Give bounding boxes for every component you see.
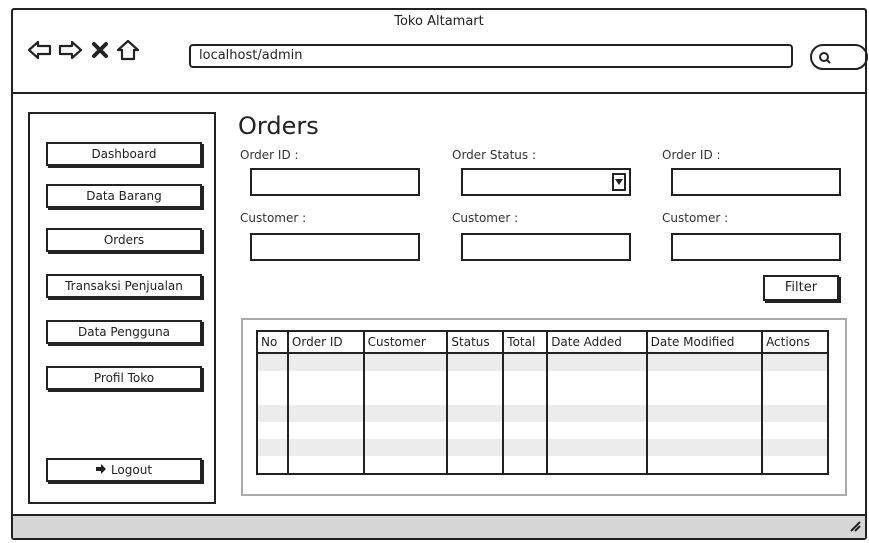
- sidebar-item-data-pengguna[interactable]: Data Pengguna: [46, 320, 202, 344]
- sidebar-item-dashboard[interactable]: Dashboard: [46, 142, 202, 166]
- column-header-no[interactable]: No: [256, 330, 289, 354]
- sidebar: Dashboard Data Barang Orders Transaksi P…: [28, 112, 216, 504]
- home-icon[interactable]: [115, 37, 141, 63]
- logout-button[interactable]: Logout: [46, 458, 202, 482]
- table-row: [256, 388, 829, 405]
- filter-button[interactable]: Filter: [763, 275, 839, 301]
- table-row: [256, 439, 829, 456]
- column-header-actions[interactable]: Actions: [761, 330, 829, 354]
- customer-label: Customer :: [240, 211, 307, 225]
- table-row: [256, 422, 829, 439]
- resize-grip-icon[interactable]: [849, 517, 861, 536]
- table-row: [256, 371, 829, 388]
- table-row: [256, 405, 829, 422]
- address-bar[interactable]: localhost/admin: [189, 44, 793, 68]
- customer-input-2[interactable]: [461, 233, 631, 261]
- order-id-input-2[interactable]: [671, 168, 841, 196]
- sidebar-item-data-barang[interactable]: Data Barang: [46, 184, 202, 208]
- customer-label-3: Customer :: [662, 211, 729, 225]
- window-title: Toko Altamart: [394, 14, 484, 29]
- customer-input[interactable]: [250, 233, 420, 261]
- logout-icon: [95, 460, 107, 480]
- order-id-input[interactable]: [250, 168, 420, 196]
- column-header-order-id[interactable]: Order ID: [286, 330, 365, 354]
- table-row: [256, 353, 829, 371]
- orders-table: No Order ID Customer Status Total Date A…: [256, 330, 829, 475]
- sidebar-item-transaksi-penjualan[interactable]: Transaksi Penjualan: [46, 274, 202, 298]
- close-icon[interactable]: [87, 37, 113, 63]
- table-header-row: No Order ID Customer Status Total Date A…: [256, 330, 829, 354]
- toolbar-divider: [13, 92, 865, 94]
- column-header-total[interactable]: Total: [502, 330, 549, 354]
- order-status-label: Order Status :: [452, 148, 537, 162]
- order-id-label-2: Order ID :: [662, 148, 721, 162]
- status-bar: [13, 514, 865, 538]
- table-row: [256, 456, 829, 475]
- page-title: Orders: [238, 112, 319, 140]
- sidebar-item-orders[interactable]: Orders: [46, 228, 202, 252]
- forward-icon[interactable]: [57, 37, 83, 63]
- customer-label-2: Customer :: [452, 211, 519, 225]
- chevron-down-icon: [612, 173, 626, 191]
- customer-input-3[interactable]: [671, 233, 841, 261]
- order-id-label: Order ID :: [240, 148, 299, 162]
- column-header-customer[interactable]: Customer: [362, 330, 449, 354]
- sidebar-item-profil-toko[interactable]: Profil Toko: [46, 366, 202, 390]
- back-icon[interactable]: [27, 37, 53, 63]
- logout-label: Logout: [110, 463, 153, 477]
- order-status-select[interactable]: [461, 168, 631, 196]
- column-header-date-modified[interactable]: Date Modified: [645, 330, 764, 354]
- column-header-date-added[interactable]: Date Added: [546, 330, 648, 354]
- column-header-status[interactable]: Status: [446, 330, 505, 354]
- browser-search[interactable]: [810, 44, 868, 70]
